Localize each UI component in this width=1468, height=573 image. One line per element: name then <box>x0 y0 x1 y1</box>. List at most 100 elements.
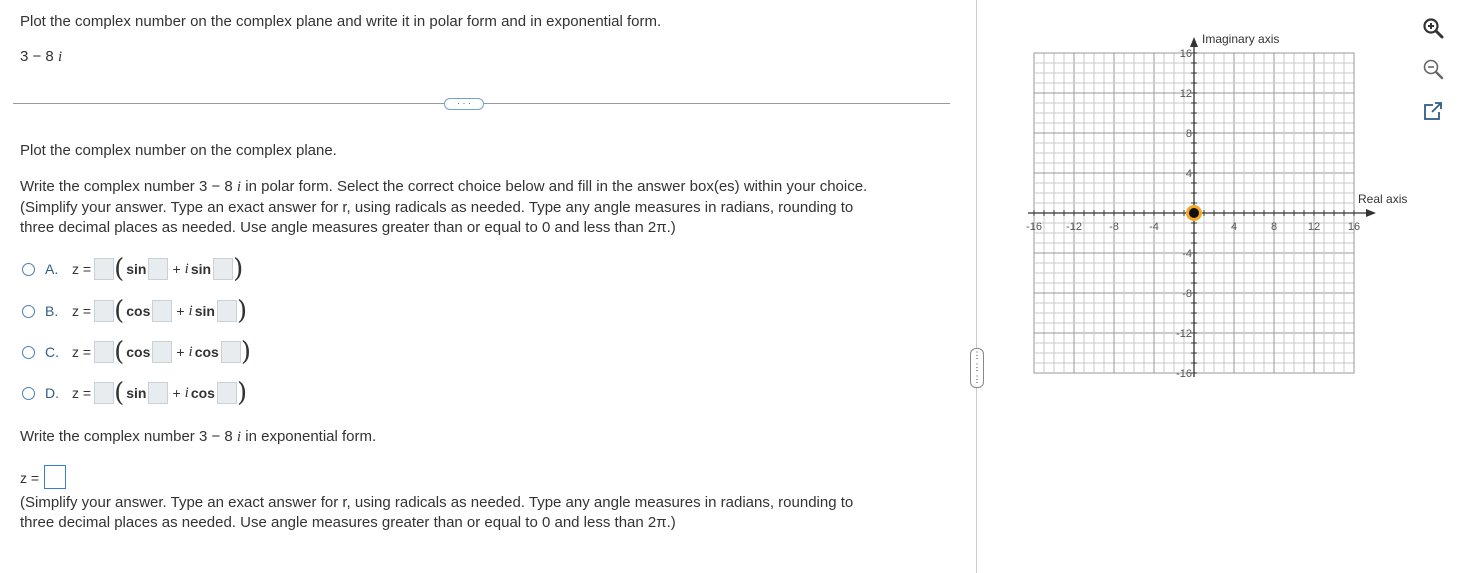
external-link-icon[interactable] <box>1421 99 1445 123</box>
right-paren: ) <box>233 254 244 284</box>
angle-input-1[interactable] <box>152 341 173 363</box>
y-tick-label: 16 <box>1180 48 1192 60</box>
trig-function-1: sin <box>126 385 147 401</box>
y-tick-label: -8 <box>1182 288 1192 300</box>
radio-button[interactable] <box>22 304 35 318</box>
exp-instruction-text: Write the complex number 3 − 8 <box>20 428 233 445</box>
r-input[interactable] <box>94 300 115 322</box>
plus-sign: + <box>176 303 185 319</box>
x-tick-label: 8 <box>1271 221 1277 233</box>
polar-instruction-text: Write the complex number 3 − 8 <box>20 178 233 195</box>
trig-function-1: cos <box>126 344 151 360</box>
imaginary-axis-label: Imaginary axis <box>1202 32 1279 46</box>
r-input[interactable] <box>94 382 115 404</box>
x-tick-label: 16 <box>1348 221 1360 233</box>
angle-input-1[interactable] <box>148 382 169 404</box>
angle-input-2[interactable] <box>213 258 234 280</box>
z-label: z = <box>72 344 92 360</box>
x-tick-label: 4 <box>1231 221 1237 233</box>
x-tick-label: -4 <box>1149 221 1159 233</box>
plot-instruction: Plot the complex number on the complex p… <box>20 142 337 159</box>
radio-button[interactable] <box>22 386 35 400</box>
angle-input-2[interactable] <box>220 341 241 363</box>
polar-hint-line2: three decimal places as needed. Use angl… <box>20 219 676 236</box>
plus-sign: + <box>172 385 181 401</box>
exp-instruction: Write the complex number 3 − 8 i in expo… <box>20 428 376 446</box>
y-tick-label: -4 <box>1182 248 1192 260</box>
z-label: z = <box>72 385 92 401</box>
y-tick-label: 8 <box>1186 128 1192 140</box>
choice-a[interactable]: A. z =(sin + i sin) <box>22 256 243 282</box>
real-axis-label: Real axis <box>1358 192 1407 206</box>
trig-function-1: cos <box>126 303 151 319</box>
imaginary-unit: i <box>188 343 193 360</box>
imaginary-unit: i <box>184 260 189 277</box>
y-tick-label: 4 <box>1186 168 1192 180</box>
polar-instruction-text-2: in polar form. Select the correct choice… <box>241 178 868 195</box>
complex-number: 3 − 8 i <box>20 48 62 66</box>
x-tick-label: -16 <box>1026 221 1042 233</box>
plus-sign: + <box>176 344 185 360</box>
exp-instruction-text-2: in exponential form. <box>241 428 377 445</box>
radio-button[interactable] <box>22 345 35 359</box>
x-tick-label: 12 <box>1308 221 1320 233</box>
trig-function-1: sin <box>126 261 147 277</box>
trig-function-2: sin <box>194 303 215 319</box>
exp-hint-line2: three decimal places as needed. Use angl… <box>20 514 676 531</box>
x-tick-label: -12 <box>1066 221 1082 233</box>
zoom-out-icon[interactable] <box>1421 57 1445 81</box>
left-paren: ( <box>114 254 125 284</box>
z-label: z = <box>72 261 92 277</box>
y-tick-label: 12 <box>1180 88 1192 100</box>
r-input[interactable] <box>94 258 115 280</box>
choice-letter: A. <box>45 261 59 277</box>
imaginary-axis-arrow <box>1190 37 1198 47</box>
radio-button[interactable] <box>22 262 35 276</box>
imaginary-unit: i <box>188 302 193 319</box>
choice-letter: D. <box>45 385 59 401</box>
choice-letter: B. <box>45 303 59 319</box>
real-axis-arrow <box>1366 209 1376 217</box>
r-input[interactable] <box>94 341 115 363</box>
splitter-handle-glyph: ⋮ <box>972 374 982 384</box>
y-tick-label: -12 <box>1176 328 1192 340</box>
choice-letter: C. <box>45 344 59 360</box>
plotted-point <box>1186 205 1202 221</box>
trig-function-2: sin <box>190 261 212 277</box>
question-prompt: Plot the complex number on the complex p… <box>20 13 662 30</box>
choice-d[interactable]: D. z = (sin + i cos) <box>22 380 247 406</box>
polar-hint-line1: (Simplify your answer. Type an exact ans… <box>20 199 854 216</box>
more-button[interactable]: · · · <box>444 98 484 110</box>
choice-b[interactable]: B. z = (cos + i sin) <box>22 298 247 324</box>
imaginary-unit: i <box>184 384 189 401</box>
right-paren: ) <box>240 337 251 367</box>
splitter-handle[interactable]: ⋮ ⋮ ⋮ <box>970 348 984 388</box>
x-tick-label: -8 <box>1109 221 1119 233</box>
angle-input-2[interactable] <box>216 382 237 404</box>
plus-sign: + <box>172 261 181 277</box>
exp-hint-line1: (Simplify your answer. Type an exact ans… <box>20 494 854 511</box>
trig-function-2: cos <box>190 385 215 401</box>
complex-number-text: 3 − 8 <box>20 48 54 65</box>
left-paren: ( <box>114 337 125 367</box>
panel-splitter[interactable] <box>976 0 977 573</box>
right-paren: ) <box>236 378 248 408</box>
splitter-handle-glyph: ⋮ <box>972 362 982 372</box>
angle-input-2[interactable] <box>216 300 237 322</box>
zoom-in-icon[interactable] <box>1421 16 1445 40</box>
angle-input-1[interactable] <box>148 258 169 280</box>
complex-plane-graph[interactable]: -16 -12 -8 -4 4 8 12 16 16 12 8 4 -4 -8 -12 -16 Imaginar… <box>1010 25 1420 385</box>
left-paren: ( <box>114 378 125 408</box>
left-paren: ( <box>114 296 125 326</box>
imaginary-unit: i <box>57 49 63 65</box>
angle-input-1[interactable] <box>152 300 173 322</box>
polar-instruction: Write the complex number 3 − 8 i in pola… <box>20 178 867 196</box>
y-tick-label: -16 <box>1176 368 1192 380</box>
exp-answer-input[interactable] <box>44 465 66 489</box>
trig-function-2: cos <box>194 344 219 360</box>
z-label: z = <box>72 303 92 319</box>
exp-z-label: z = <box>20 470 40 486</box>
choice-c[interactable]: C. z =(cos + i cos) <box>22 339 251 365</box>
right-paren: ) <box>236 296 248 326</box>
splitter-handle-glyph: ⋮ <box>972 350 982 360</box>
